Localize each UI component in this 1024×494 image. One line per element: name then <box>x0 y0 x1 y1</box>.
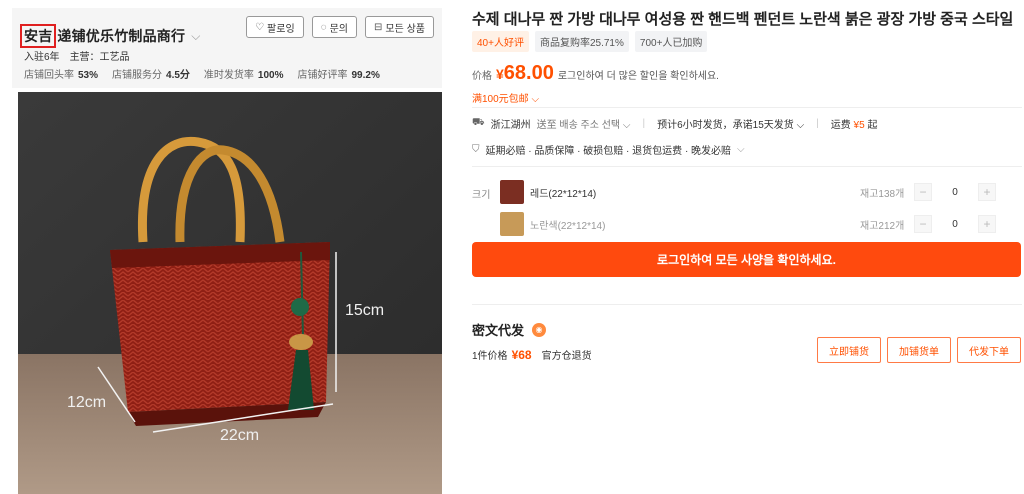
dropship-order-button[interactable]: 代发下单 <box>957 337 1021 363</box>
divider <box>472 107 1022 108</box>
decrease-button[interactable]: − <box>914 215 932 233</box>
ship-from: 浙江湖州 <box>490 120 531 131</box>
shield-icon: ⛉ <box>472 144 480 155</box>
all-products-button[interactable]: ⊟ 모든 상품 <box>365 16 434 38</box>
price-row: 价格 ¥ 68.00 로그인하여 더 많은 할인을 확인하세요. <box>472 62 719 85</box>
store-main-business: 主营：工艺品 <box>69 52 130 63</box>
sku-name[interactable]: 노란색(22*12*14) <box>530 217 860 232</box>
store-stats: 店铺回头率 53% 店铺服务分 4.5分 准时发货率 100% 店铺好评率 99.2% <box>24 66 380 81</box>
sku-name[interactable]: 레드(22*12*14) <box>530 185 860 200</box>
dropship-price-label: 1件价格 <box>472 351 508 362</box>
chevron-down-icon: ⌵ <box>737 144 745 155</box>
stat-repurchase: 店铺回头率 53% <box>24 70 99 81</box>
chevron-down-icon[interactable]: ⌵ <box>191 29 200 44</box>
product-title: 수제 대나무 짠 가방 대나무 여성용 짠 핸드백 펜던트 노란색 붉은 광장 … <box>472 11 1014 28</box>
store-icon: ⊟ <box>374 21 383 33</box>
shipping-row: ⛟ 浙江湖州 送至 배송 주소 선택 ⌵ | 预计6小时发货，承诺15天发货 ⌵… <box>472 116 878 131</box>
stat-positive: 店铺好评率 99.2% <box>297 70 380 81</box>
dropship-title: 密文代发 ◉ <box>472 320 547 339</box>
heart-icon: ♡ <box>255 21 265 33</box>
sku-row: 노란색(22*12*14) 재고212개 − 0 + <box>500 211 1020 237</box>
stat-ontime: 准时发货率 100% <box>203 70 284 81</box>
follow-label: 팔로잉 <box>267 23 295 35</box>
store-header: 安吉 递铺优乐竹制品商行 ⌵ ♡ 팔로잉 ◌ 문의 ⊟ 모든 상품 入驻6年 主营… <box>12 8 442 88</box>
product-detail: 수제 대나무 짠 가방 대나무 여성용 짠 핸드백 펜던트 노란색 붉은 광장 … <box>472 0 1024 494</box>
price-value: 68.00 <box>503 62 554 84</box>
price-login-hint[interactable]: 로그인하여 더 많은 할인을 확인하세요. <box>558 67 719 82</box>
price-currency: ¥ <box>496 66 504 82</box>
stat-service: 店铺服务分 4.5分 <box>112 70 190 81</box>
tag-carted: 700+人已加购 <box>634 31 708 52</box>
ship-promise[interactable]: 预计6小时发货，承诺15天发货 ⌵ <box>657 116 804 131</box>
dim-width-label: 22cm <box>220 427 260 444</box>
left-panel: 安吉 递铺优乐竹制品商行 ⌵ ♡ 팔로잉 ◌ 문의 ⊟ 모든 상품 入驻6年 主营… <box>0 0 458 494</box>
sku-thumbnail[interactable] <box>500 212 524 236</box>
inquiry-button[interactable]: ◌ 문의 <box>311 16 358 38</box>
sku-stock: 재고212개 <box>860 220 905 232</box>
all-products-label: 모든 상품 <box>385 23 425 35</box>
product-image[interactable]: 15cm 12cm 22cm <box>18 92 442 494</box>
add-to-list-button[interactable]: 加铺货单 <box>887 337 951 363</box>
inquiry-label: 문의 <box>329 23 349 35</box>
ship-to-selector[interactable]: 送至 배송 주소 선택 ⌵ <box>537 116 631 131</box>
quantity-value[interactable]: 0 <box>932 187 978 198</box>
decrease-button[interactable]: − <box>914 183 932 201</box>
chat-icon: ◌ <box>320 21 327 33</box>
dropship-actions: 立即铺货 加铺货单 代发下单 <box>817 337 1021 363</box>
dropship-return-note: 官方仓退货 <box>541 351 592 362</box>
shipping-fee: 运费 ¥5 起 <box>830 120 878 131</box>
store-name[interactable]: 安吉 递铺优乐竹制品商行 <box>20 24 186 48</box>
store-actions: ♡ 팔로잉 ◌ 문의 ⊟ 모든 상품 <box>246 16 434 38</box>
quantity-value[interactable]: 0 <box>932 219 978 230</box>
increase-button[interactable]: + <box>978 183 996 201</box>
truck-icon: ⛟ <box>472 117 485 128</box>
dim-height-label: 15cm <box>345 302 385 319</box>
product-tags: 40+人好评 商品复购率25.71% 700+人已加购 <box>472 31 708 52</box>
sku-thumbnail[interactable] <box>500 180 524 204</box>
login-cta-button[interactable]: 로그인하여 모든 사양을 확인하세요. <box>472 242 1021 277</box>
store-name-link[interactable]: 安吉 递铺优乐竹制品商行 ⌵ <box>20 24 200 48</box>
dropship-badge-icon: ◉ <box>532 322 547 337</box>
guarantee-text: 延期必赔 · 品质保障 · 破损包赔 · 退货包运费 · 晚发必赔 <box>485 146 732 157</box>
sku-stock: 재고138개 <box>860 188 905 200</box>
store-years: 入驻6年 <box>24 52 60 63</box>
price-label: 价格 <box>472 71 492 82</box>
sku-label: 크기 <box>472 190 491 201</box>
tag-reviews[interactable]: 40+人好评 <box>472 31 529 52</box>
promo-free-shipping[interactable]: 满100元包邮 ⌵ <box>472 90 539 105</box>
sku-row: 레드(22*12*14) 재고138개 − 0 + <box>500 179 1020 205</box>
store-info: 入驻6年 主营：工艺品 <box>24 48 130 63</box>
dim-depth-label: 12cm <box>67 394 107 411</box>
increase-button[interactable]: + <box>978 215 996 233</box>
store-name-rest: 递铺优乐竹制品商行 <box>57 28 186 44</box>
store-name-highlight: 安吉 <box>20 24 57 48</box>
follow-button[interactable]: ♡ 팔로잉 <box>246 16 304 38</box>
tag-repurchase: 商品复购率25.71% <box>534 31 629 52</box>
dropship-price: 1件价格 ¥68 官方仓退货 <box>472 347 592 362</box>
dropship-price-value: ¥68 <box>511 348 532 362</box>
list-now-button[interactable]: 立即铺货 <box>817 337 881 363</box>
chevron-down-icon: ⌵ <box>531 94 540 105</box>
guarantee-row[interactable]: ⛉ 延期必赔 · 品质保障 · 破损包赔 · 退货包运费 · 晚发必赔 ⌵ <box>472 142 745 157</box>
divider <box>472 304 1022 305</box>
divider <box>472 166 1022 167</box>
